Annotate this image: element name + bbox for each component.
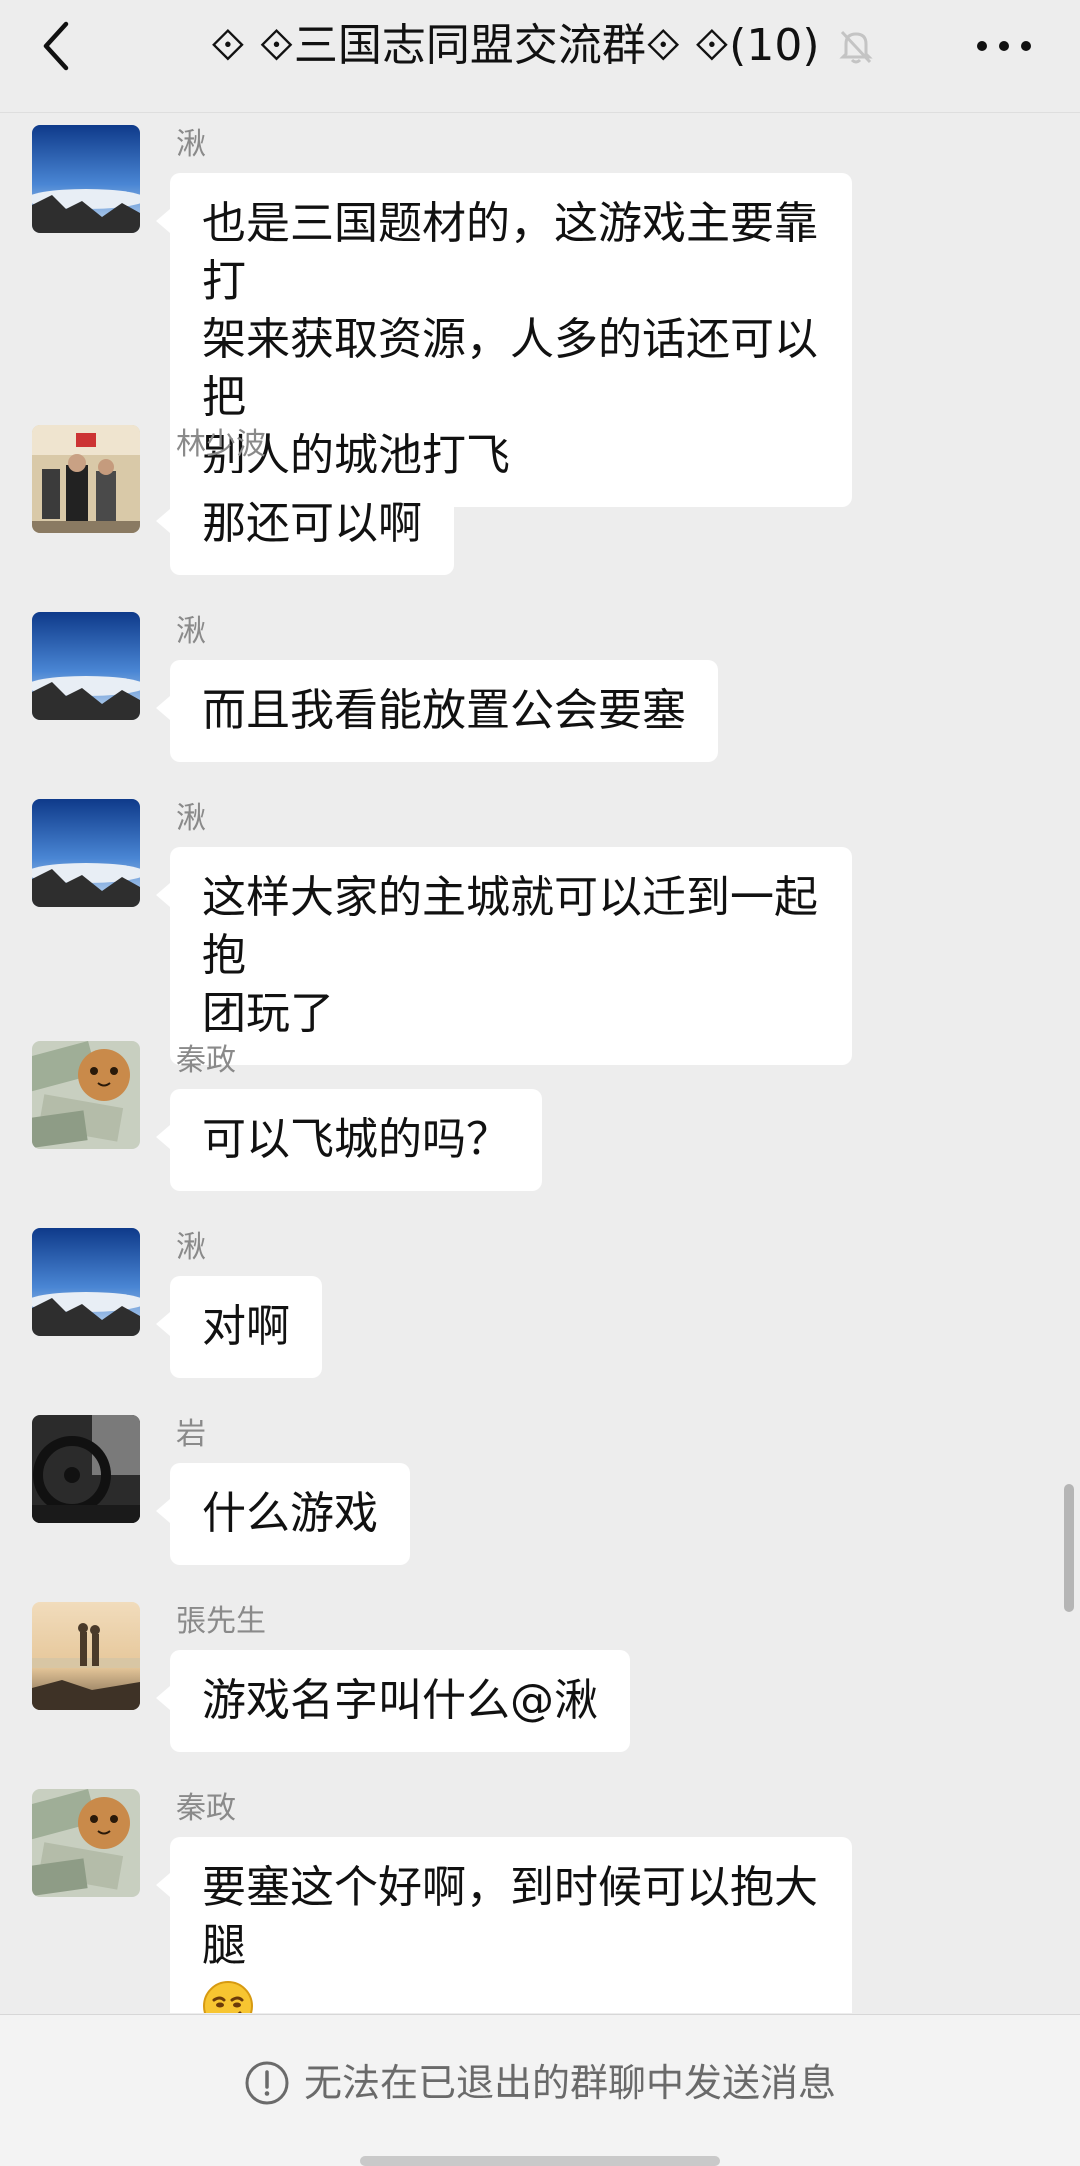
message-line: 团玩了 xyxy=(202,988,334,1039)
sender-name: 張先生 xyxy=(176,1604,266,1639)
avatar[interactable] xyxy=(32,799,140,907)
sender-name: 秦政 xyxy=(176,1791,236,1826)
scrollbar[interactable] xyxy=(1064,1484,1074,1612)
avatar[interactable] xyxy=(32,1602,140,1710)
message-bubble[interactable]: 那还可以啊 xyxy=(156,473,454,575)
avatar[interactable] xyxy=(32,1228,140,1336)
message-line: 那还可以啊 xyxy=(202,498,422,549)
message-bubble[interactable]: 也是三国题材的，这游戏主要靠打 架来获取资源，人多的话还可以把 别人的城池打飞 xyxy=(156,173,852,507)
message-line: 什么游戏 xyxy=(202,1488,378,1539)
avatar[interactable] xyxy=(32,425,140,533)
sender-name: 岩 xyxy=(176,1417,206,1452)
bell-off-icon xyxy=(836,26,876,66)
avatar[interactable] xyxy=(32,1041,140,1149)
message-line: 要塞这个好啊，到时候可以抱大腿 xyxy=(202,1862,818,1971)
chevron-left-icon xyxy=(43,21,69,71)
message-line: 也是三国题材的，这游戏主要靠打 xyxy=(202,198,818,307)
message-bubble[interactable]: 要塞这个好啊，到时候可以抱大腿 xyxy=(156,1837,852,2013)
sender-name: 湫 xyxy=(176,127,206,162)
message-bubble[interactable]: 什么游戏 xyxy=(156,1463,410,1565)
sender-name: 湫 xyxy=(176,801,206,836)
back-button[interactable] xyxy=(28,18,84,74)
message-line: 游戏名字叫什么@湫 xyxy=(202,1675,598,1726)
avatar[interactable] xyxy=(32,612,140,720)
message-line: 可以飞城的吗？ xyxy=(202,1114,510,1165)
avatar[interactable] xyxy=(32,125,140,233)
sender-name: 林少波 xyxy=(176,427,266,462)
smirk-emoji-icon xyxy=(203,1981,253,2013)
chat-header: ⟐ ⟐三国志同盟交流群⟐ ⟐(10) xyxy=(0,0,1080,113)
message-bubble[interactable]: 可以飞城的吗？ xyxy=(156,1089,542,1191)
chat-title: ⟐ ⟐三国志同盟交流群⟐ ⟐(10) xyxy=(210,20,820,71)
more-button[interactable] xyxy=(968,18,1040,74)
message-bubble[interactable]: 对啊 xyxy=(156,1276,322,1378)
message-bubble[interactable]: 游戏名字叫什么@湫 xyxy=(156,1650,630,1752)
message-bubble[interactable]: 这样大家的主城就可以迁到一起抱 团玩了 xyxy=(156,847,852,1065)
message-line-emoji xyxy=(202,1975,820,2013)
notice-text: 无法在已退出的群聊中发送消息 xyxy=(303,2061,836,2105)
message-line: 对啊 xyxy=(202,1301,290,1352)
exclamation-circle-icon xyxy=(245,2061,289,2105)
sender-name: 湫 xyxy=(176,614,206,649)
left-group-notice: 无法在已退出的群聊中发送消息 xyxy=(0,2055,1080,2111)
message-bubble[interactable]: 而且我看能放置公会要塞 xyxy=(156,660,718,762)
message-line: 这样大家的主城就可以迁到一起抱 xyxy=(202,872,818,981)
avatar[interactable] xyxy=(32,1415,140,1523)
message-line: 架来获取资源，人多的话还可以把 xyxy=(202,314,818,423)
sender-name: 秦政 xyxy=(176,1043,236,1078)
more-dots-icon xyxy=(977,41,1031,51)
input-disabled-bar: 无法在已退出的群聊中发送消息 xyxy=(0,2014,1080,2166)
message-line: 而且我看能放置公会要塞 xyxy=(202,685,686,736)
message-list[interactable]: 湫 也是三国题材的，这游戏主要靠打 架来获取资源，人多的话还可以把 别人的城池打… xyxy=(0,113,1080,2013)
sender-name: 湫 xyxy=(176,1230,206,1265)
avatar[interactable] xyxy=(32,1789,140,1897)
